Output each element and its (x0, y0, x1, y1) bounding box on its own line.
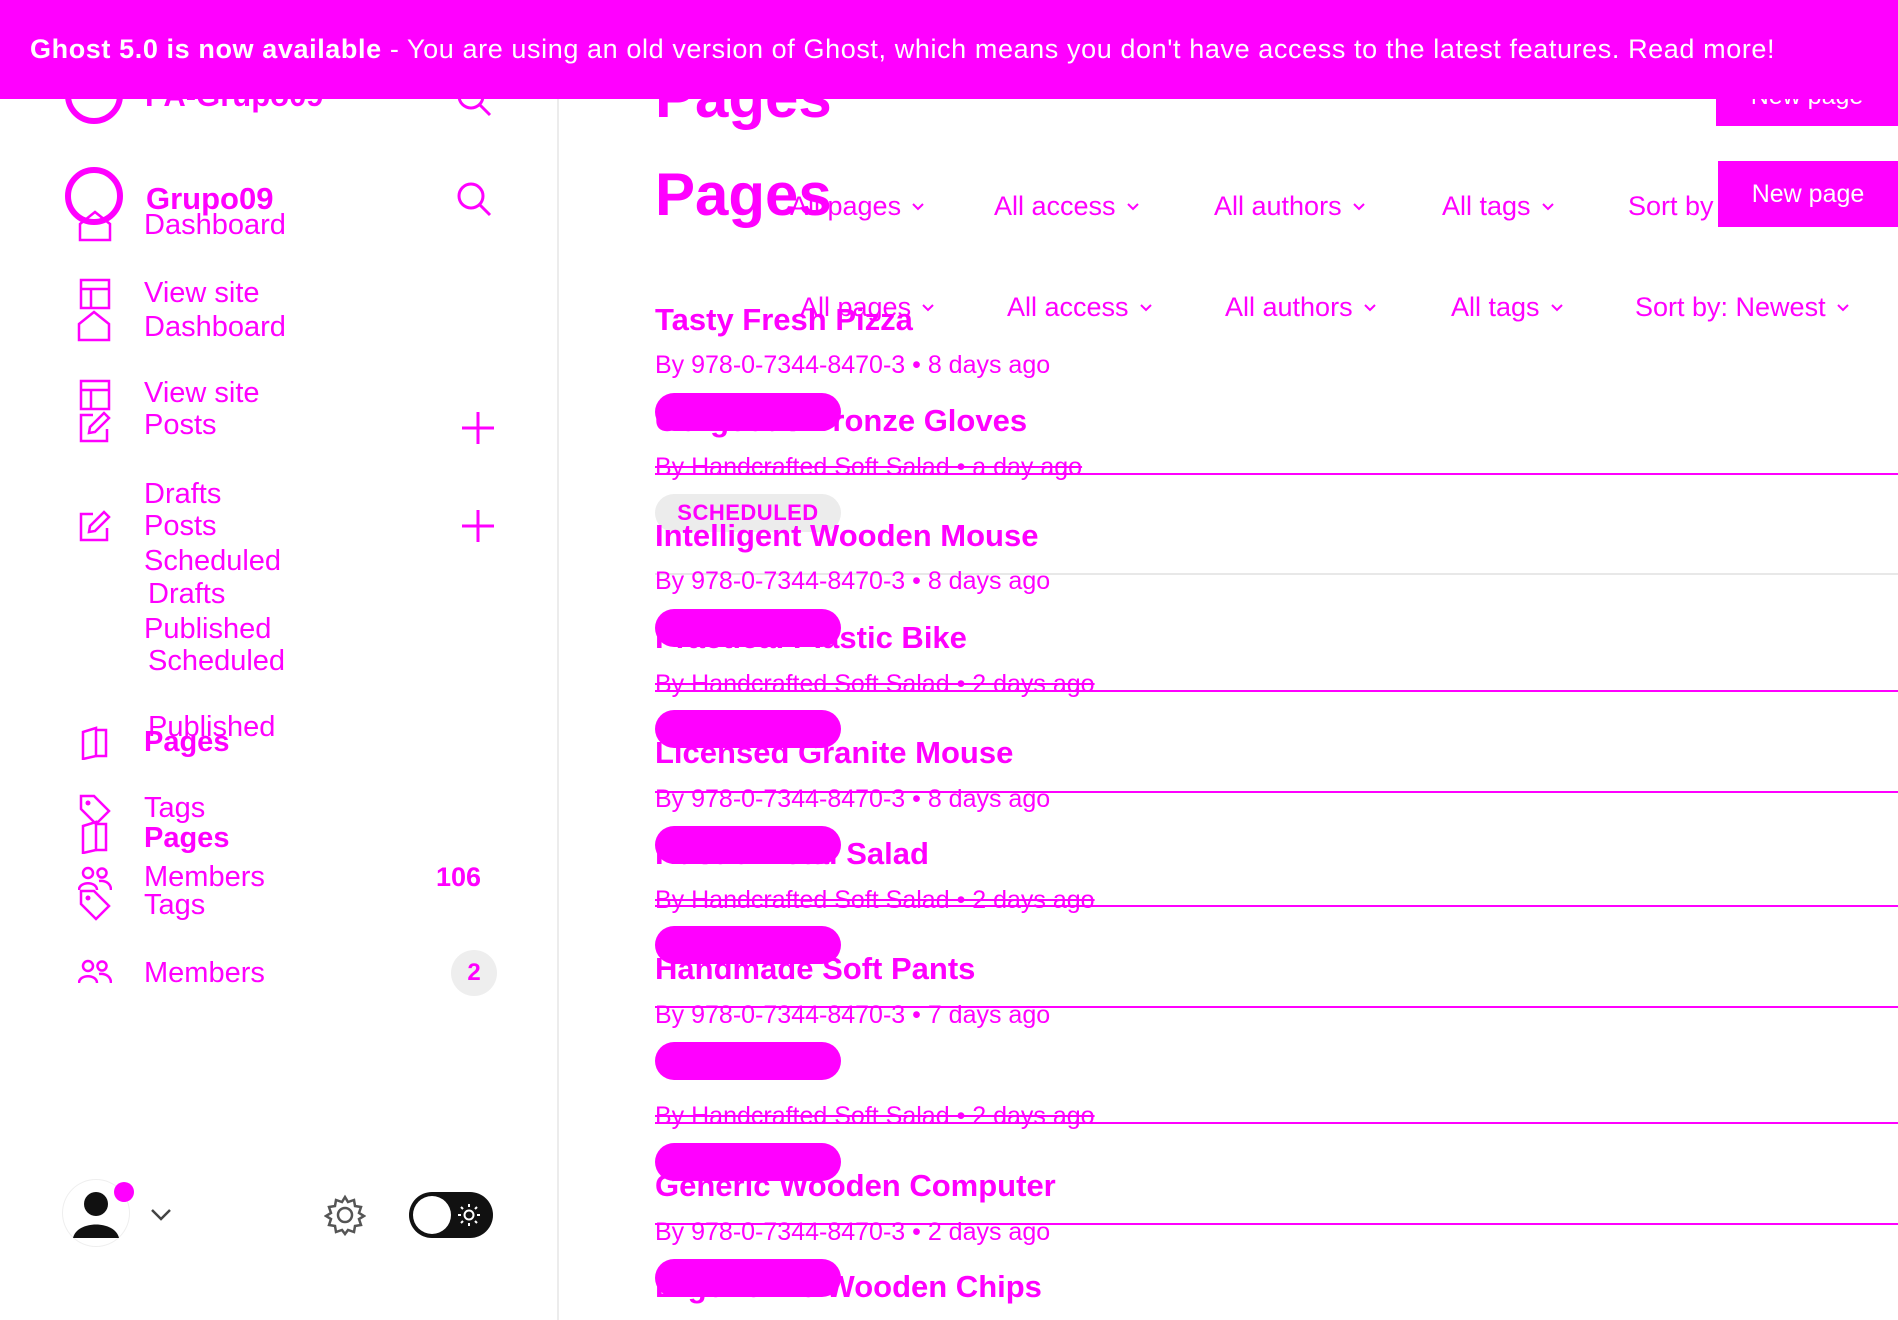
ghost-filter-sort[interactable]: Sort by (1628, 191, 1714, 222)
filter-authors[interactable]: All authors (1225, 292, 1377, 323)
nav-members[interactable]: Members (144, 957, 265, 990)
nav-tags[interactable]: Tags (144, 889, 205, 922)
page-row-title[interactable]: Handmade Soft Pants (655, 951, 975, 987)
page-row-meta: By Handcrafted Soft Salad • 2 days ago (655, 670, 1095, 698)
members-icon (78, 959, 112, 985)
chevron-down-icon (1126, 202, 1139, 210)
ghost-nav-tags[interactable]: Tags (144, 792, 205, 825)
filter-authors-label: All authors (1225, 292, 1353, 322)
ghost-filter-type[interactable]: All pages (790, 191, 925, 222)
ghost-filter-access[interactable]: All access (994, 191, 1140, 222)
page-row-meta: By Handcrafted Soft Salad • a day ago (655, 453, 1083, 481)
chevron-down-icon (1139, 303, 1152, 311)
page-row-title[interactable]: Gorgeous Bronze Gloves (655, 403, 1027, 439)
ghost-filter-sort-label: Sort by (1628, 191, 1714, 221)
ghost-nav-view-site[interactable]: View site (144, 277, 260, 310)
chevron-down-icon (1836, 303, 1849, 311)
toggle-knob (413, 1196, 451, 1234)
page-icon (80, 820, 108, 854)
row-divider (655, 1122, 1898, 1124)
add-post-icon[interactable] (460, 508, 496, 544)
banner-text[interactable]: Ghost 5.0 is now available - You are usi… (30, 34, 1775, 65)
ghost-filter-type-label: All pages (790, 191, 902, 221)
page-row-title[interactable]: Licensed Granite Mouse (655, 735, 1013, 771)
page-row-meta: By Handcrafted Soft Salad • 2 days ago (655, 886, 1095, 914)
ghost-nav-published[interactable]: Published (144, 613, 271, 646)
home-icon (77, 310, 111, 342)
row-divider (655, 1006, 1898, 1008)
row-divider (655, 1223, 1898, 1225)
ghost-filter-access-label: All access (994, 191, 1116, 221)
nav-posts-ghost[interactable]: Posts (144, 409, 217, 442)
sidebar-divider (557, 99, 559, 1320)
filter-access-label: All access (1007, 292, 1129, 322)
nav-scheduled[interactable]: Scheduled (148, 645, 285, 678)
chevron-down-icon (1550, 303, 1563, 311)
nav-published[interactable]: Published (148, 711, 275, 744)
page-row-title[interactable]: Practical Plastic Bike (655, 620, 967, 656)
nav-drafts[interactable]: Drafts (148, 578, 225, 611)
ghost-page-icon (80, 726, 108, 760)
update-banner[interactable]: Ghost 5.0 is now available - You are usi… (0, 0, 1898, 99)
page-row-title[interactable]: Intelligent Wooden Mouse (655, 518, 1038, 554)
new-page-button[interactable]: New page (1718, 161, 1898, 227)
search-icon[interactable] (455, 180, 493, 218)
filter-access[interactable]: All access (1007, 292, 1153, 323)
ghost-add-post-icon[interactable] (460, 410, 496, 446)
ghost-filter-authors[interactable]: All authors (1214, 191, 1366, 222)
ghost-members-count: 106 (436, 862, 482, 892)
row-divider (655, 905, 1898, 907)
chevron-down-icon (922, 303, 934, 311)
filter-tags[interactable]: All tags (1451, 292, 1564, 323)
page-row-meta: By 978-0-7344-8470-3 • 8 days ago (655, 567, 1051, 595)
row-divider (655, 473, 1898, 475)
ghost-filter-tags[interactable]: All tags (1442, 191, 1555, 222)
ghost-nav-dashboard[interactable]: Dashboard (144, 209, 286, 242)
row-divider (655, 791, 1898, 793)
ghost-nav-view-site-2[interactable]: View site (144, 377, 260, 410)
gear-icon[interactable] (324, 1194, 366, 1236)
status-badge (655, 1042, 841, 1080)
filter-tags-label: All tags (1451, 292, 1540, 322)
ghost-filter-tags-label: All tags (1442, 191, 1531, 221)
filter-sort[interactable]: Sort by: Newest (1635, 292, 1850, 323)
tag-icon (78, 888, 112, 922)
chevron-down-icon (1541, 202, 1554, 210)
edit-icon (78, 509, 112, 543)
page-row-meta: By 978-0-7344-8470-3 • 8 days ago (655, 785, 1051, 813)
notification-dot (114, 1182, 134, 1202)
theme-toggle[interactable] (409, 1192, 493, 1238)
banner-bold-text: Ghost 5.0 is now available (30, 34, 382, 64)
row-divider (655, 690, 1898, 692)
ghost-edit-icon (78, 410, 112, 444)
chevron-down-icon (912, 202, 924, 210)
page-row-title[interactable]: Rustic Metal Salad (655, 836, 929, 872)
layout-icon (79, 379, 111, 411)
filter-sort-label: Sort by: Newest (1635, 292, 1826, 322)
ghost-home-icon (78, 210, 112, 242)
chevron-down-icon (1363, 303, 1376, 311)
page-row-title[interactable]: Tasty Fresh Pizza (655, 302, 913, 338)
ghost-nav-drafts[interactable]: Drafts (144, 478, 221, 511)
ghost-layout-icon (79, 278, 111, 310)
banner-message: - You are using an old version of Ghost,… (381, 34, 1776, 64)
members-count-badge: 2 (451, 950, 497, 996)
ghost-nav-scheduled[interactable]: Scheduled (144, 545, 281, 578)
page-row-title[interactable]: Ergonomic Wooden Chips (655, 1269, 1042, 1305)
ghost-filter-authors-label: All authors (1214, 191, 1342, 221)
chevron-down-icon (1352, 202, 1365, 210)
page-row-title[interactable]: Generic Wooden Computer (655, 1168, 1056, 1204)
chevron-down-icon[interactable] (149, 1207, 173, 1223)
page-row-meta: By Handcrafted Soft Salad • 2 days ago (655, 1102, 1095, 1130)
nav-posts[interactable]: Posts (144, 510, 217, 543)
sun-icon (457, 1203, 481, 1227)
page-row-meta: By 978-0-7344-8470-3 • 8 days ago (655, 351, 1051, 379)
nav-pages[interactable]: Pages (144, 822, 229, 855)
nav-dashboard[interactable]: Dashboard (144, 311, 286, 344)
